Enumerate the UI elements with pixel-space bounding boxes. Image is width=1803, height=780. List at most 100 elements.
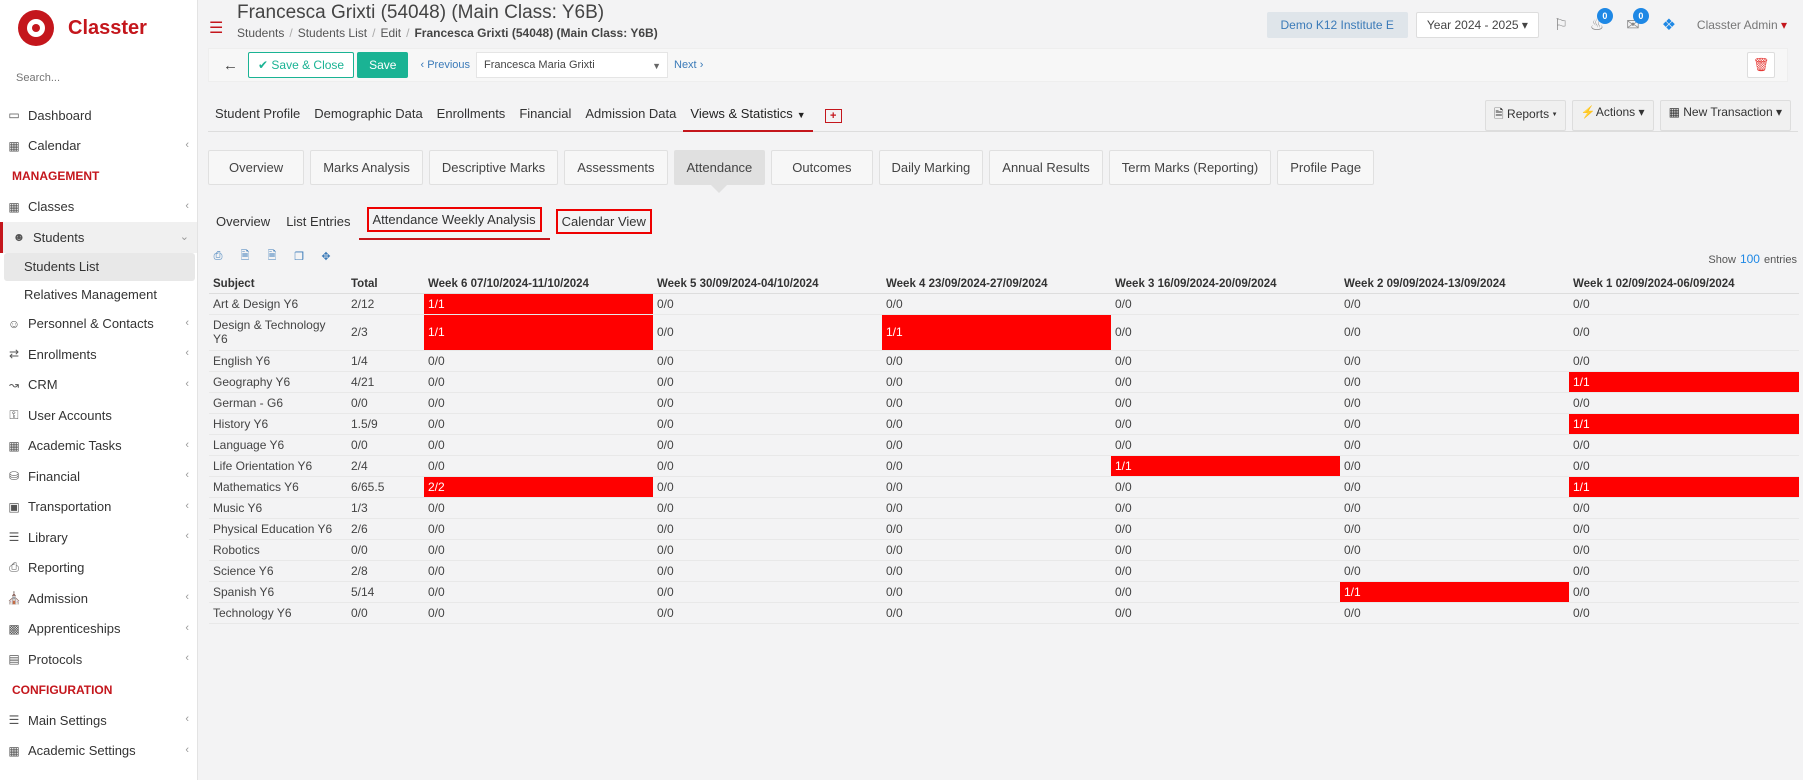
subtab-daily-marking[interactable]: Daily Marking (878, 150, 984, 185)
week-cell: 1/1 (1569, 413, 1799, 435)
sidebar-item-main-settings[interactable]: ☰ Main Settings ‹ (0, 705, 197, 736)
calendar-icon: ▦ (8, 138, 20, 153)
breadcrumb-edit[interactable]: Edit (380, 26, 401, 40)
breadcrumb-students-list[interactable]: Students List (298, 26, 367, 40)
subtab-outcomes[interactable]: Outcomes (771, 150, 873, 185)
chevron-left-icon: ‹ (185, 591, 189, 603)
institute-selector[interactable]: Demo K12 Institute E (1266, 12, 1408, 38)
tab-demographic-data[interactable]: Demographic Data (307, 98, 429, 132)
subtab-term-marks[interactable]: Term Marks (Reporting) (1108, 150, 1272, 185)
sidebar-item-calendar[interactable]: ▦ Calendar ‹ (0, 131, 197, 162)
bell-icon[interactable]: ♨ 0 (1583, 8, 1613, 35)
sidebar-item-academic-settings[interactable]: ▦ Academic Settings ‹ (0, 736, 197, 767)
att-tab-overview[interactable]: Overview (208, 209, 278, 234)
sidebar-item-financial[interactable]: ⛁ Financial ‹ (0, 461, 197, 492)
print-icon[interactable]: ⎙ (207, 246, 229, 266)
att-tab-list-entries[interactable]: List Entries (278, 209, 358, 234)
subject-cell: Physical Education Y6 (209, 518, 347, 540)
subtab-marks-analysis[interactable]: Marks Analysis (310, 150, 423, 185)
sidebar-item-reporting[interactable]: ⎙ Reporting (0, 553, 197, 584)
sidebar-item-library[interactable]: ☰ Library ‹ (0, 522, 197, 553)
caret-down-icon: ▾ (1775, 105, 1782, 119)
sidebar-item-transportation[interactable]: ▣ Transportation ‹ (0, 492, 197, 523)
pdf-icon[interactable]: 🗎 (261, 246, 283, 266)
column-header[interactable]: Total (347, 275, 424, 294)
back-arrow-icon[interactable]: ← (223, 57, 238, 74)
week-cell: 0/0 (1111, 371, 1340, 393)
next-link[interactable]: Next › (674, 59, 703, 71)
save-button[interactable]: Save (357, 52, 409, 78)
action-buttons: 🗎 Reports ▾ ⚡Actions ▾ ▦ New Transaction… (1485, 100, 1791, 131)
tab-admission-data[interactable]: Admission Data (578, 98, 683, 132)
attendance-tabs: Overview List Entries Attendance Weekly … (208, 202, 652, 240)
subtab-attendance[interactable]: Attendance (673, 150, 766, 193)
total-cell: 1/3 (347, 497, 424, 519)
sidebar-subitem-students-list[interactable]: Students List (4, 252, 195, 281)
sidebar-item-label: Financial (28, 468, 81, 484)
excel-icon[interactable]: 🗎 (234, 246, 256, 266)
subtab-overview[interactable]: Overview (208, 150, 305, 185)
sidebar-item-label: Main Settings (28, 712, 107, 728)
sidebar-item-academic-tasks[interactable]: ▦ Academic Tasks ‹ (0, 431, 197, 462)
sidebar-item-protocols[interactable]: ▤ Protocols ‹ (0, 644, 197, 675)
subtab-annual-results[interactable]: Annual Results (989, 150, 1103, 185)
week-cell: 0/0 (653, 434, 882, 456)
envelope-icon[interactable]: ✉ 0 (1619, 8, 1649, 35)
logo[interactable]: Classter (0, 0, 197, 56)
sidebar-item-apprenticeships[interactable]: ▩ Apprenticeships ‹ (0, 614, 197, 645)
table-row: Technology Y6 0/0 0/0 0/0 0/0 0/0 0/0 0/0 (209, 602, 1799, 624)
column-header[interactable]: Subject (209, 275, 347, 294)
reports-button[interactable]: 🗎 Reports ▾ (1485, 100, 1566, 131)
column-header[interactable]: Week 2 09/09/2024-13/09/2024 (1340, 275, 1569, 294)
sidebar-item-admission[interactable]: ⛪ Admission ‹ (0, 583, 197, 614)
column-header[interactable]: Week 4 23/09/2024-27/09/2024 (882, 275, 1111, 294)
att-tab-weekly-analysis-wrap[interactable]: Attendance Weekly Analysis (358, 202, 550, 240)
sidebar-search-input[interactable] (16, 72, 176, 84)
att-tab-calendar-view[interactable]: Calendar View (555, 208, 652, 234)
column-header[interactable]: Week 3 16/09/2024-20/09/2024 (1111, 275, 1340, 294)
subtab-profile-page[interactable]: Profile Page (1277, 150, 1375, 185)
tab-views-statistics[interactable]: Views & Statistics ▼ (683, 98, 813, 132)
sidebar-item-students[interactable]: ☻ Students ⌄ (0, 222, 197, 253)
year-selector[interactable]: Year 2024 - 2025 ▾ (1415, 12, 1539, 38)
entries-count-select[interactable]: 100 (1740, 252, 1760, 266)
week-cell: 0/0 (882, 455, 1111, 477)
entries-label: entries (1763, 254, 1797, 266)
printer-icon: ⎙ (9, 560, 19, 575)
breadcrumb-students[interactable]: Students (237, 26, 284, 40)
tab-enrollments[interactable]: Enrollments (430, 98, 513, 132)
layers-icon[interactable]: ❖ (1655, 15, 1683, 35)
user-menu[interactable]: Classter Admin ▾ (1697, 18, 1787, 32)
subtab-descriptive-marks[interactable]: Descriptive Marks (428, 150, 559, 185)
compress-icon[interactable]: ✥ (315, 246, 337, 266)
sidebar-item-crm[interactable]: ↝ CRM ‹ (0, 370, 197, 401)
sidebar-item-user-accounts[interactable]: ⚿ User Accounts (0, 400, 197, 431)
add-tab-icon[interactable]: + (824, 109, 842, 123)
student-select[interactable]: Francesca Maria Grixti ▼ (476, 52, 668, 78)
sidebar-item-dashboard[interactable]: ▭ Dashboard (0, 100, 197, 131)
tab-student-profile[interactable]: Student Profile (208, 98, 307, 132)
sidebar-item-classes[interactable]: ▦ Classes ‹ (0, 192, 197, 223)
column-header[interactable]: Week 1 02/09/2024-06/09/2024 (1569, 275, 1799, 294)
sidebar-item-personnel[interactable]: ☺ Personnel & Contacts ‹ (0, 309, 197, 340)
previous-link[interactable]: ‹ Previous (420, 59, 470, 71)
save-close-button[interactable]: ✔ Save & Close (248, 52, 355, 78)
week-cell: 0/0 (1340, 350, 1569, 372)
subtab-assessments[interactable]: Assessments (564, 150, 668, 185)
column-header[interactable]: Week 5 30/09/2024-04/10/2024 (653, 275, 882, 294)
sidebar-subitem-relatives-management[interactable]: Relatives Management (0, 281, 197, 309)
delete-button[interactable]: 🗑 (1747, 52, 1775, 78)
subject-cell: Technology Y6 (209, 602, 347, 624)
copy-icon[interactable]: ❐ (288, 246, 310, 266)
actions-button[interactable]: ⚡Actions ▾ (1571, 100, 1654, 131)
sidebar-item-enrollments[interactable]: ⇄ Enrollments ‹ (0, 339, 197, 370)
user-name: Classter Admin (1696, 18, 1778, 32)
file-icon: ▤ (8, 652, 20, 667)
column-header[interactable]: Week 6 07/10/2024-11/10/2024 (424, 275, 653, 294)
week-cell: 0/0 (653, 293, 882, 315)
tab-financial[interactable]: Financial (512, 98, 578, 132)
flag-icon[interactable]: ⚐ (1547, 15, 1575, 35)
grid-icon: ▦ (8, 199, 20, 214)
hamburger-menu-icon[interactable]: ☰ (209, 18, 223, 38)
new-transaction-button[interactable]: ▦ New Transaction ▾ (1659, 100, 1791, 131)
